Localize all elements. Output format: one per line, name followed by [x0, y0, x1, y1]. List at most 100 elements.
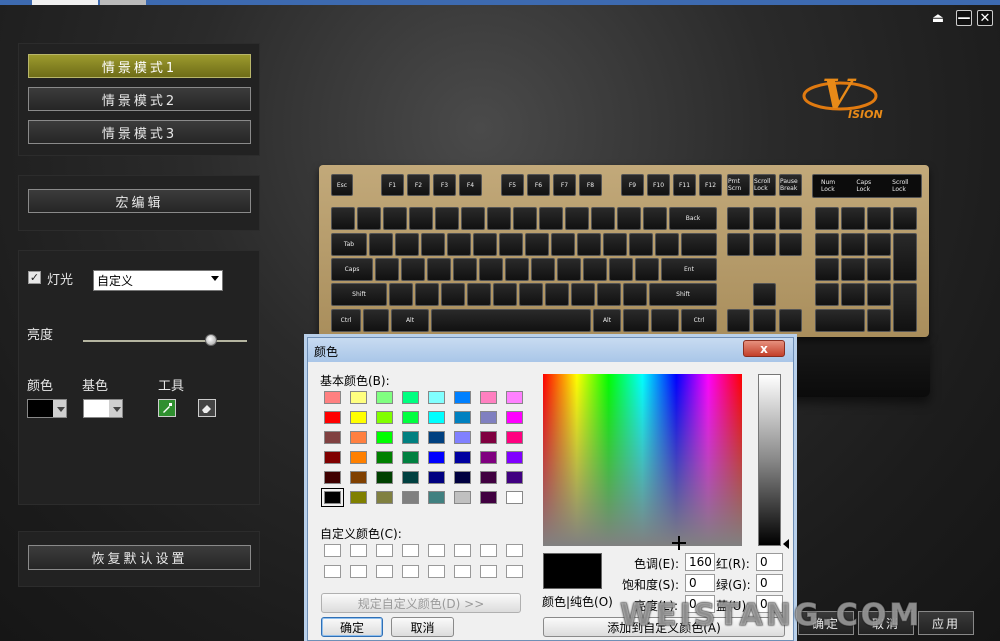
base-color-picker[interactable] [83, 399, 123, 418]
basic-color-swatch[interactable] [324, 391, 341, 404]
mode-button-2[interactable]: 情景模式2 [28, 87, 251, 111]
basic-color-swatch[interactable] [350, 451, 367, 464]
basic-color-swatch[interactable] [402, 491, 419, 504]
basic-color-swatch[interactable] [506, 431, 523, 444]
crosshair-icon[interactable] [672, 536, 686, 550]
basic-color-swatch[interactable] [454, 391, 471, 404]
custom-color-swatch[interactable] [350, 544, 367, 557]
basic-color-swatch[interactable] [506, 491, 523, 504]
close-icon[interactable]: ✕ [977, 10, 993, 26]
saturation-input[interactable]: 0 [685, 574, 715, 592]
basic-color-swatch[interactable] [428, 491, 445, 504]
keyboard-key [681, 233, 717, 256]
taskbar-tab[interactable] [100, 0, 146, 5]
dialog-close-button[interactable]: x [743, 340, 785, 357]
basic-color-swatch[interactable] [376, 391, 393, 404]
basic-color-swatch[interactable] [350, 491, 367, 504]
minimize-icon[interactable]: — [956, 10, 972, 26]
basic-color-swatch[interactable] [454, 491, 471, 504]
basic-color-swatch[interactable] [324, 471, 341, 484]
basic-color-swatch[interactable] [324, 411, 341, 424]
custom-color-swatch[interactable] [324, 565, 341, 578]
dialog-ok-button[interactable]: 确定 [321, 617, 383, 637]
basic-color-swatch[interactable] [480, 451, 497, 464]
basic-color-swatch[interactable] [402, 411, 419, 424]
basic-color-swatch[interactable] [350, 431, 367, 444]
custom-color-swatch[interactable] [324, 544, 341, 557]
basic-color-swatch[interactable] [506, 451, 523, 464]
eraser-icon[interactable] [198, 399, 216, 417]
mode-button-3[interactable]: 情景模式3 [28, 120, 251, 144]
red-input[interactable]: 0 [756, 553, 783, 571]
basic-color-swatch[interactable] [454, 451, 471, 464]
basic-color-swatch[interactable] [324, 431, 341, 444]
custom-color-swatch[interactable] [350, 565, 367, 578]
custom-color-swatch[interactable] [454, 565, 471, 578]
basic-color-swatch[interactable] [376, 451, 393, 464]
basic-color-swatch[interactable] [480, 431, 497, 444]
dialog-cancel-button[interactable]: 取消 [391, 617, 454, 637]
custom-color-swatch[interactable] [402, 544, 419, 557]
custom-color-swatch[interactable] [480, 544, 497, 557]
mode-button-1[interactable]: 情景模式1 [28, 54, 251, 78]
basic-color-swatch[interactable] [350, 411, 367, 424]
basic-color-swatch[interactable] [321, 488, 344, 507]
custom-color-swatch[interactable] [506, 544, 523, 557]
custom-color-swatch[interactable] [454, 544, 471, 557]
basic-color-swatch[interactable] [506, 391, 523, 404]
basic-color-swatch[interactable] [506, 471, 523, 484]
custom-color-swatch[interactable] [506, 565, 523, 578]
hue-input[interactable]: 160 [685, 553, 715, 571]
luminance-arrow-icon[interactable] [783, 539, 789, 549]
basic-color-swatch[interactable] [428, 391, 445, 404]
luminance-bar[interactable] [758, 374, 781, 546]
basic-color-swatch[interactable] [376, 411, 393, 424]
brightness-slider-thumb[interactable] [204, 334, 217, 346]
basic-color-swatch[interactable] [350, 391, 367, 404]
basic-color-swatch[interactable] [480, 471, 497, 484]
basic-color-swatch[interactable] [454, 431, 471, 444]
basic-color-swatch[interactable] [428, 471, 445, 484]
green-input[interactable]: 0 [756, 574, 783, 592]
basic-color-swatch[interactable] [480, 391, 497, 404]
basic-color-swatch[interactable] [454, 411, 471, 424]
custom-color-swatch[interactable] [480, 565, 497, 578]
define-custom-colors-button[interactable]: 规定自定义颜色(D) >> [321, 593, 521, 613]
brightness-slider-track[interactable] [83, 340, 247, 342]
color-picker[interactable] [27, 399, 67, 418]
basic-color-swatch[interactable] [402, 431, 419, 444]
basic-color-swatch[interactable] [480, 411, 497, 424]
basic-color-swatch[interactable] [324, 451, 341, 464]
custom-color-swatch[interactable] [402, 565, 419, 578]
basic-color-swatch[interactable] [402, 451, 419, 464]
light-checkbox[interactable]: ✓ [28, 271, 41, 284]
macro-edit-button[interactable]: 宏编辑 [28, 189, 251, 213]
basic-color-swatch[interactable] [454, 471, 471, 484]
basic-color-swatch[interactable] [402, 391, 419, 404]
custom-color-swatch[interactable] [376, 544, 393, 557]
keyboard-key [753, 309, 776, 332]
color-spectrum[interactable] [543, 374, 742, 550]
color-swatch [28, 400, 53, 417]
keyboard-key [331, 207, 355, 230]
basic-color-swatch[interactable] [428, 451, 445, 464]
custom-color-swatch[interactable] [428, 544, 445, 557]
eyedropper-icon[interactable] [158, 399, 176, 417]
keyboard-image: Esc F1 F2 F3 F4 F5 F6 F7 F8 F9 F10 F11 F12 Prnt Scrn S… [319, 165, 929, 337]
basic-color-swatch[interactable] [428, 411, 445, 424]
custom-color-swatch[interactable] [376, 565, 393, 578]
basic-color-swatch[interactable] [506, 411, 523, 424]
restore-defaults-button[interactable]: 恢复默认设置 [28, 545, 251, 570]
dialog-titlebar[interactable]: 颜色 x [308, 338, 793, 362]
basic-color-swatch[interactable] [376, 471, 393, 484]
basic-color-swatch[interactable] [350, 471, 367, 484]
basic-color-swatch[interactable] [428, 431, 445, 444]
basic-color-swatch[interactable] [376, 431, 393, 444]
basic-color-swatch[interactable] [402, 471, 419, 484]
taskbar-tab[interactable] [32, 0, 98, 5]
basic-color-swatch[interactable] [480, 491, 497, 504]
custom-color-swatch[interactable] [428, 565, 445, 578]
basic-color-swatch[interactable] [376, 491, 393, 504]
light-mode-select[interactable]: 自定义 [93, 270, 223, 291]
eject-icon[interactable]: ⏏ [930, 10, 946, 26]
